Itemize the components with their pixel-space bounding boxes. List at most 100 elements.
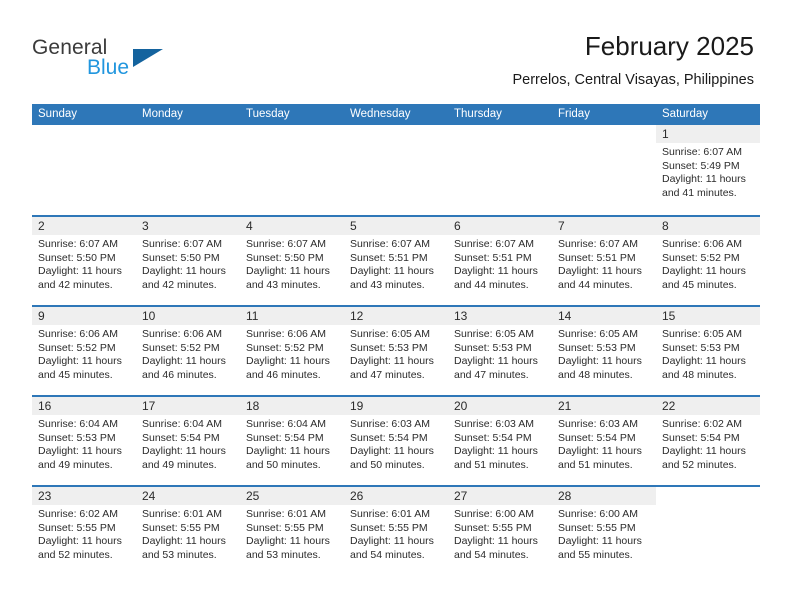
calendar-day-cell[interactable]: 15 Sunrise: 6:05 AM Sunset: 5:53 PM Dayligh… (656, 307, 760, 395)
calendar-day-cell[interactable]: 1 Sunrise: 6:07 AM Sunset: 5:49 PM Daylight… (656, 125, 760, 215)
day-sunset-text: Sunset: 5:55 PM (142, 521, 220, 534)
day-daylight-text: Daylight: 11 hours and 41 minutes. (662, 173, 746, 199)
day-daylight-text: Daylight: 11 hours and 54 minutes. (350, 535, 434, 561)
day-sunset-text: Sunset: 5:54 PM (246, 431, 324, 444)
day-number: 7 (558, 219, 565, 233)
day-sunset-text: Sunset: 5:50 PM (142, 251, 220, 264)
day-number: 1 (662, 127, 669, 141)
day-number: 22 (662, 399, 676, 413)
day-sunset-text: Sunset: 5:54 PM (558, 431, 636, 444)
day-sunrise-text: Sunrise: 6:03 AM (350, 418, 430, 430)
calendar-day-cell[interactable]: 25 Sunrise: 6:01 AM Sunset: 5:55 PM Dayligh… (240, 487, 344, 575)
calendar-day-cell[interactable]: 27 Sunrise: 6:00 AM Sunset: 5:55 PM Dayligh… (448, 487, 552, 575)
page-subtitle: Perrelos, Central Visayas, Philippines (512, 72, 754, 88)
day-sunrise-text: Sunrise: 6:03 AM (558, 418, 638, 430)
calendar-day-cell[interactable]: 13 Sunrise: 6:05 AM Sunset: 5:53 PM Dayligh… (448, 307, 552, 395)
calendar-day-cell[interactable]: 5 Sunrise: 6:07 AM Sunset: 5:51 PM Daylight… (344, 217, 448, 305)
calendar-day-cell[interactable]: 17 Sunrise: 6:04 AM Sunset: 5:54 PM Dayligh… (136, 397, 240, 485)
day-daylight-text: Daylight: 11 hours and 45 minutes. (662, 265, 746, 291)
calendar-day-cell[interactable]: 28 Sunrise: 6:00 AM Sunset: 5:55 PM Dayligh… (552, 487, 656, 575)
blue-triangle-flag-icon (133, 49, 163, 67)
day-sunrise-text: Sunrise: 6:07 AM (454, 238, 534, 250)
calendar-day-empty (32, 125, 136, 215)
calendar-day-cell[interactable]: 16 Sunrise: 6:04 AM Sunset: 5:53 PM Dayligh… (32, 397, 136, 485)
day-sunrise-text: Sunrise: 6:00 AM (558, 508, 638, 520)
day-sun-info: Sunrise: 6:06 AM Sunset: 5:52 PM Daylight:… (662, 238, 754, 292)
day-sunrise-text: Sunrise: 6:07 AM (38, 238, 118, 250)
calendar-day-cell[interactable]: 9 Sunrise: 6:06 AM Sunset: 5:52 PM Daylight… (32, 307, 136, 395)
day-daylight-text: Daylight: 11 hours and 51 minutes. (454, 445, 538, 471)
day-sunset-text: Sunset: 5:53 PM (558, 341, 636, 354)
day-sun-info: Sunrise: 6:07 AM Sunset: 5:51 PM Daylight:… (350, 238, 442, 292)
day-number: 23 (38, 489, 52, 503)
day-sunset-text: Sunset: 5:54 PM (142, 431, 220, 444)
calendar-day-cell[interactable]: 21 Sunrise: 6:03 AM Sunset: 5:54 PM Dayligh… (552, 397, 656, 485)
calendar-day-cell[interactable]: 6 Sunrise: 6:07 AM Sunset: 5:51 PM Daylight… (448, 217, 552, 305)
calendar-day-cell[interactable]: 11 Sunrise: 6:06 AM Sunset: 5:52 PM Dayligh… (240, 307, 344, 395)
day-daylight-text: Daylight: 11 hours and 46 minutes. (246, 355, 330, 381)
day-sunset-text: Sunset: 5:53 PM (662, 341, 740, 354)
calendar-day-cell[interactable]: 12 Sunrise: 6:05 AM Sunset: 5:53 PM Dayligh… (344, 307, 448, 395)
day-daylight-text: Daylight: 11 hours and 52 minutes. (38, 535, 122, 561)
day-sunrise-text: Sunrise: 6:06 AM (662, 238, 742, 250)
calendar-day-cell[interactable]: 14 Sunrise: 6:05 AM Sunset: 5:53 PM Dayligh… (552, 307, 656, 395)
calendar-day-cell[interactable]: 3 Sunrise: 6:07 AM Sunset: 5:50 PM Daylight… (136, 217, 240, 305)
weekday-header-tuesday: Tuesday (246, 108, 290, 120)
day-sunrise-text: Sunrise: 6:00 AM (454, 508, 534, 520)
day-sun-info: Sunrise: 6:07 AM Sunset: 5:50 PM Daylight:… (38, 238, 130, 292)
day-number: 13 (454, 309, 468, 323)
calendar-day-cell[interactable]: 7 Sunrise: 6:07 AM Sunset: 5:51 PM Daylight… (552, 217, 656, 305)
calendar-day-cell[interactable]: 23 Sunrise: 6:02 AM Sunset: 5:55 PM Dayligh… (32, 487, 136, 575)
calendar-day-cell[interactable]: 8 Sunrise: 6:06 AM Sunset: 5:52 PM Daylight… (656, 217, 760, 305)
day-sunrise-text: Sunrise: 6:01 AM (246, 508, 326, 520)
day-sun-info: Sunrise: 6:05 AM Sunset: 5:53 PM Daylight:… (558, 328, 650, 382)
calendar-day-cell[interactable]: 24 Sunrise: 6:01 AM Sunset: 5:55 PM Dayligh… (136, 487, 240, 575)
calendar-day-cell[interactable]: 10 Sunrise: 6:06 AM Sunset: 5:52 PM Dayligh… (136, 307, 240, 395)
brand-logo[interactable]: General Blue (32, 36, 262, 88)
calendar-day-empty (344, 125, 448, 215)
day-sun-info: Sunrise: 6:02 AM Sunset: 5:54 PM Daylight:… (662, 418, 754, 472)
day-sun-info: Sunrise: 6:03 AM Sunset: 5:54 PM Daylight:… (454, 418, 546, 472)
calendar-day-cell[interactable]: 20 Sunrise: 6:03 AM Sunset: 5:54 PM Dayligh… (448, 397, 552, 485)
day-sun-info: Sunrise: 6:06 AM Sunset: 5:52 PM Daylight:… (246, 328, 338, 382)
calendar-day-cell[interactable]: 2 Sunrise: 6:07 AM Sunset: 5:50 PM Daylight… (32, 217, 136, 305)
day-sunset-text: Sunset: 5:50 PM (38, 251, 116, 264)
day-sunset-text: Sunset: 5:51 PM (558, 251, 636, 264)
calendar-day-cell[interactable]: 18 Sunrise: 6:04 AM Sunset: 5:54 PM Dayligh… (240, 397, 344, 485)
day-sunrise-text: Sunrise: 6:07 AM (350, 238, 430, 250)
day-sunset-text: Sunset: 5:52 PM (246, 341, 324, 354)
weekday-header-thursday: Thursday (454, 108, 502, 120)
calendar-page: General Blue February 2025 Perrelos, Cen… (0, 0, 792, 612)
day-number: 6 (454, 219, 461, 233)
day-number: 26 (350, 489, 364, 503)
day-daylight-text: Daylight: 11 hours and 45 minutes. (38, 355, 122, 381)
day-sunrise-text: Sunrise: 6:05 AM (662, 328, 742, 340)
day-sunset-text: Sunset: 5:54 PM (454, 431, 532, 444)
day-number: 18 (246, 399, 260, 413)
day-number: 5 (350, 219, 357, 233)
calendar-grid: Sunday Monday Tuesday Wednesday Thursday Frid… (32, 104, 760, 575)
weekday-header-row: Sunday Monday Tuesday Wednesday Thursday Frid… (32, 104, 760, 125)
page-header: General Blue February 2025 Perrelos, Cen… (0, 0, 792, 104)
weekday-header-sunday: Sunday (38, 108, 78, 120)
calendar-day-cell[interactable]: 22 Sunrise: 6:02 AM Sunset: 5:54 PM Dayligh… (656, 397, 760, 485)
day-sunrise-text: Sunrise: 6:06 AM (38, 328, 118, 340)
day-sun-info: Sunrise: 6:01 AM Sunset: 5:55 PM Daylight:… (350, 508, 442, 562)
day-daylight-text: Daylight: 11 hours and 47 minutes. (350, 355, 434, 381)
calendar-day-empty (240, 125, 344, 215)
day-daylight-text: Daylight: 11 hours and 49 minutes. (142, 445, 226, 471)
day-daylight-text: Daylight: 11 hours and 53 minutes. (142, 535, 226, 561)
calendar-day-cell[interactable]: 19 Sunrise: 6:03 AM Sunset: 5:54 PM Dayligh… (344, 397, 448, 485)
day-sunset-text: Sunset: 5:51 PM (454, 251, 532, 264)
calendar-day-cell[interactable]: 26 Sunrise: 6:01 AM Sunset: 5:55 PM Dayligh… (344, 487, 448, 575)
day-sun-info: Sunrise: 6:05 AM Sunset: 5:53 PM Daylight:… (454, 328, 546, 382)
day-number: 21 (558, 399, 572, 413)
day-sunset-text: Sunset: 5:52 PM (662, 251, 740, 264)
calendar-day-cell[interactable]: 4 Sunrise: 6:07 AM Sunset: 5:50 PM Daylight… (240, 217, 344, 305)
day-number: 17 (142, 399, 156, 413)
day-sunset-text: Sunset: 5:55 PM (246, 521, 324, 534)
day-daylight-text: Daylight: 11 hours and 54 minutes. (454, 535, 538, 561)
day-daylight-text: Daylight: 11 hours and 43 minutes. (246, 265, 330, 291)
day-daylight-text: Daylight: 11 hours and 55 minutes. (558, 535, 642, 561)
day-sunset-text: Sunset: 5:55 PM (38, 521, 116, 534)
